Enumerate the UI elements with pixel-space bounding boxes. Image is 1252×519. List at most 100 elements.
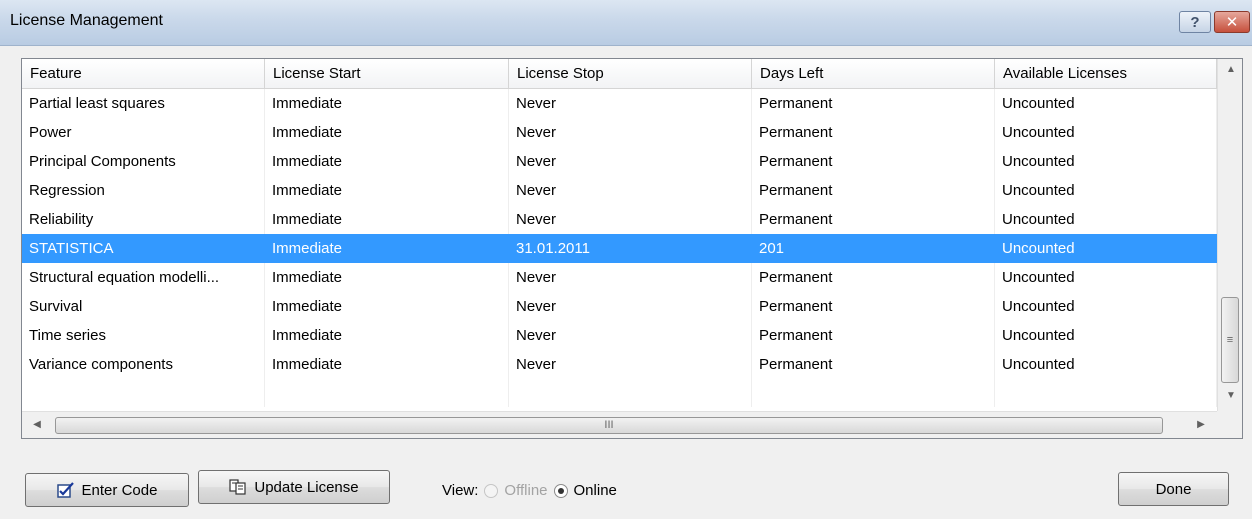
help-icon: ? xyxy=(1190,13,1200,31)
view-label: View: xyxy=(442,482,479,499)
license-start-cell: Immediate xyxy=(265,205,509,234)
available-licenses-cell: Uncounted xyxy=(995,118,1217,147)
close-button[interactable]: ✕ xyxy=(1214,11,1250,33)
empty-cell xyxy=(995,379,1217,407)
horizontal-scrollbar[interactable]: ◀ III ▶ xyxy=(22,411,1217,438)
license-start-cell: Immediate xyxy=(265,118,509,147)
available-licenses-cell: Uncounted xyxy=(995,263,1217,292)
license-stop-cell: Never xyxy=(509,321,752,350)
days-left-cell: Permanent xyxy=(752,263,995,292)
offline-radio xyxy=(484,483,499,498)
title-bar: License Management ? ✕ xyxy=(0,0,1252,46)
table-row[interactable]: Principal Components Immediate Never Perman… xyxy=(22,147,1217,176)
license-start-cell: Immediate xyxy=(265,263,509,292)
online-radio[interactable] xyxy=(553,483,568,498)
license-start-cell: Immediate xyxy=(265,89,509,118)
feature-cell: Time series xyxy=(22,321,265,350)
license-stop-cell: Never xyxy=(509,176,752,205)
edit-check-icon xyxy=(56,482,75,498)
available-licenses-cell: Uncounted xyxy=(995,147,1217,176)
table-row[interactable]: Reliability Immediate Never Permanent Uncoun… xyxy=(22,205,1217,234)
license-stop-cell: Never xyxy=(509,89,752,118)
empty-row xyxy=(22,379,1217,407)
available-licenses-cell: Uncounted xyxy=(995,176,1217,205)
table-row[interactable]: Survival Immediate Never Permanent Uncounted xyxy=(22,292,1217,321)
license-start-cell: Immediate xyxy=(265,234,509,263)
empty-cell xyxy=(265,379,509,407)
empty-cell xyxy=(22,379,265,407)
license-stop-cell: 31.01.2011 xyxy=(509,234,752,263)
update-license-label: Update License xyxy=(254,478,359,496)
horizontal-scroll-thumb[interactable]: III xyxy=(55,417,1163,434)
window-title: License Management xyxy=(10,12,163,29)
available-licenses-cell: Uncounted xyxy=(995,205,1217,234)
license-start-cell: Immediate xyxy=(265,292,509,321)
table-row[interactable]: Partial least squares Immediate Never Perma… xyxy=(22,89,1217,118)
empty-cell xyxy=(752,379,995,407)
feature-cell: Survival xyxy=(22,292,265,321)
column-header-available-licenses[interactable]: Available Licenses xyxy=(995,59,1217,89)
table-row[interactable]: STATISTICA Immediate 31.01.2011 201 Uncounte… xyxy=(22,234,1217,263)
days-left-cell: 201 xyxy=(752,234,995,263)
scroll-right-arrow-icon[interactable]: ▶ xyxy=(1188,414,1214,436)
feature-cell: Reliability xyxy=(22,205,265,234)
feature-cell: Structural equation modelli... xyxy=(22,263,265,292)
license-stop-cell: Never xyxy=(509,205,752,234)
vertical-scrollbar[interactable]: ▲ ≡ ▼ xyxy=(1217,59,1242,411)
table-row[interactable]: Regression Immediate Never Permanent Uncount… xyxy=(22,176,1217,205)
scroll-up-arrow-icon[interactable]: ▲ xyxy=(1218,59,1242,81)
license-stop-cell: Never xyxy=(509,350,752,379)
copy-documents-icon xyxy=(229,479,247,495)
license-stop-cell: Never xyxy=(509,263,752,292)
feature-cell: Variance components xyxy=(22,350,265,379)
feature-cell: Principal Components xyxy=(22,147,265,176)
list-rows: Partial least squares Immediate Never Perma… xyxy=(22,89,1217,407)
days-left-cell: Permanent xyxy=(752,147,995,176)
license-start-cell: Immediate xyxy=(265,350,509,379)
feature-cell: Power xyxy=(22,118,265,147)
column-header-license-start[interactable]: License Start xyxy=(265,59,509,89)
table-row[interactable]: Power Immediate Never Permanent Uncounted xyxy=(22,118,1217,147)
list-header: Feature License Start License Stop Days … xyxy=(22,59,1217,89)
scroll-left-arrow-icon[interactable]: ◀ xyxy=(24,414,50,436)
table-row[interactable]: Structural equation modelli... Immediate N… xyxy=(22,263,1217,292)
days-left-cell: Permanent xyxy=(752,321,995,350)
feature-cell: Partial least squares xyxy=(22,89,265,118)
table-row[interactable]: Time series Immediate Never Permanent Uncoun… xyxy=(22,321,1217,350)
view-mode-group: View: Offline Online xyxy=(442,482,617,499)
days-left-cell: Permanent xyxy=(752,89,995,118)
available-licenses-cell: Uncounted xyxy=(995,292,1217,321)
empty-cell xyxy=(509,379,752,407)
license-start-cell: Immediate xyxy=(265,321,509,350)
column-header-days-left[interactable]: Days Left xyxy=(752,59,995,89)
available-licenses-cell: Uncounted xyxy=(995,350,1217,379)
done-button[interactable]: Done xyxy=(1118,472,1229,506)
license-stop-cell: Never xyxy=(509,118,752,147)
enter-code-button[interactable]: Enter Code xyxy=(25,473,189,507)
online-label[interactable]: Online xyxy=(574,482,617,499)
days-left-cell: Permanent xyxy=(752,292,995,321)
enter-code-label: Enter Code xyxy=(81,481,158,499)
done-label: Done xyxy=(1155,480,1192,498)
table-row[interactable]: Variance components Immediate Never Permane… xyxy=(22,350,1217,379)
license-stop-cell: Never xyxy=(509,147,752,176)
column-header-license-stop[interactable]: License Stop xyxy=(509,59,752,89)
available-licenses-cell: Uncounted xyxy=(995,89,1217,118)
days-left-cell: Permanent xyxy=(752,350,995,379)
feature-cell: Regression xyxy=(22,176,265,205)
column-header-feature[interactable]: Feature xyxy=(22,59,265,89)
help-button[interactable]: ? xyxy=(1179,11,1211,33)
available-licenses-cell: Uncounted xyxy=(995,321,1217,350)
close-icon: ✕ xyxy=(1225,14,1239,31)
available-licenses-cell: Uncounted xyxy=(995,234,1217,263)
license-stop-cell: Never xyxy=(509,292,752,321)
license-list[interactable]: Feature License Start License Stop Days … xyxy=(21,58,1243,439)
update-license-button[interactable]: Update License xyxy=(198,470,390,504)
scrollbar-corner xyxy=(1217,411,1242,438)
vertical-scroll-thumb[interactable]: ≡ xyxy=(1221,297,1239,383)
days-left-cell: Permanent xyxy=(752,118,995,147)
feature-cell: STATISTICA xyxy=(22,234,265,263)
scroll-down-arrow-icon[interactable]: ▼ xyxy=(1218,385,1242,407)
license-start-cell: Immediate xyxy=(265,147,509,176)
days-left-cell: Permanent xyxy=(752,176,995,205)
